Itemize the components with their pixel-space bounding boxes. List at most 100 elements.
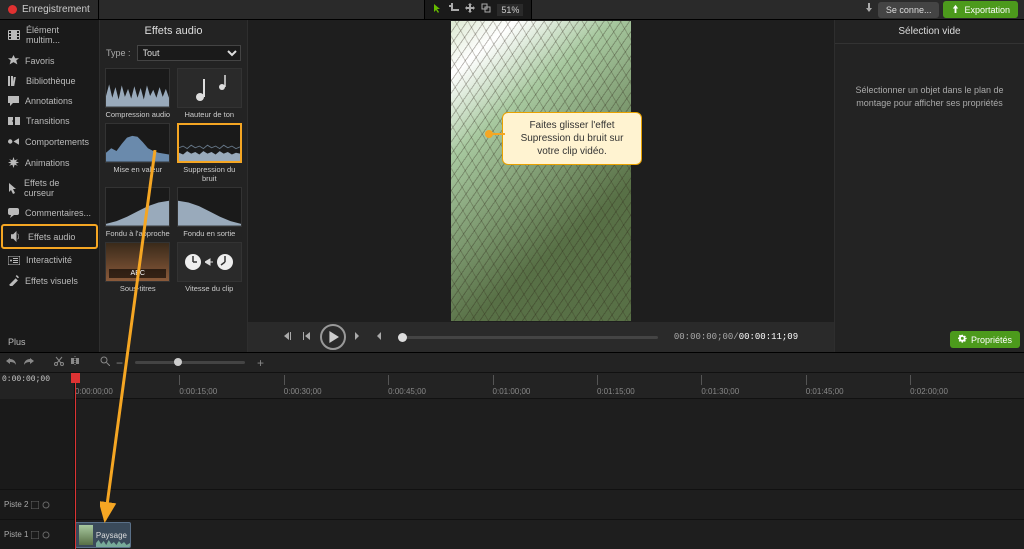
sidebar-item-cursor-effects[interactable]: Effets de curseur	[0, 173, 99, 203]
effects-grid: Compression audio Hauteur de ton Mise en…	[100, 64, 247, 297]
detach-canvas-icon[interactable]	[481, 3, 491, 16]
zoom-in-icon[interactable]: +	[257, 356, 264, 370]
sidebar-item-animations[interactable]: Animations	[0, 152, 99, 173]
export-button[interactable]: Exportation	[943, 1, 1018, 18]
split-icon[interactable]	[70, 356, 80, 369]
effect-pitch[interactable]: Hauteur de ton	[176, 68, 244, 119]
pointer-tool-icon[interactable]	[433, 3, 443, 16]
sidebar-item-label: Élément multim...	[26, 25, 91, 45]
sidebar-item-label: Effets visuels	[25, 276, 78, 286]
ruler-tick: 0:00:30;00	[284, 387, 322, 396]
effects-type-select[interactable]: Tout	[137, 45, 241, 61]
sidebar-item-label: Interactivité	[26, 255, 72, 265]
timecode-display: 00:00:00;00/00:00:11;09	[674, 332, 798, 342]
effect-clipspeed[interactable]: Vitesse du clip	[176, 242, 244, 293]
step-forward-icon[interactable]	[354, 331, 364, 344]
signin-button[interactable]: Se conne...	[878, 2, 940, 18]
preview-area: Faites glisser l'effet Supression du bru…	[248, 20, 834, 352]
sidebar-item-behaviors[interactable]: Comportements	[0, 131, 99, 152]
sidebar-item-label: Effets audio	[28, 232, 75, 242]
clip-thumbnail	[79, 525, 93, 545]
sidebar-item-label: Favoris	[25, 56, 55, 66]
sidebar-item-label: Commentaires...	[25, 208, 91, 218]
effects-type-label: Type :	[106, 48, 131, 58]
timeline: − + 0:00:00;00 + 0:00:00;00 0:00:15;00 0…	[0, 352, 1024, 549]
undo-icon[interactable]	[6, 356, 17, 369]
top-toolbar: Enregistrement 51% Se conne... Exportati…	[0, 0, 1024, 20]
canvas-tools: 51%	[424, 0, 532, 19]
download-icon[interactable]	[864, 3, 874, 16]
timeline-toolbar: − +	[0, 353, 1024, 373]
ruler-tick: 0:00:00;00	[75, 387, 113, 396]
canvas-zoom-value[interactable]: 51%	[497, 4, 523, 16]
cut-icon[interactable]	[54, 356, 64, 369]
record-icon	[8, 5, 17, 14]
effect-fadein[interactable]: Fondu à l'approche	[104, 187, 172, 238]
zoom-tool-icon[interactable]	[100, 356, 110, 369]
canvas-preview-frame	[451, 21, 631, 321]
playhead-scrubber[interactable]	[398, 336, 658, 339]
properties-panel: Sélection vide Sélectionner un objet dan…	[834, 20, 1024, 352]
sidebar-item-transitions[interactable]: Transitions	[0, 111, 99, 131]
play-button[interactable]	[320, 324, 346, 350]
sidebar-item-library[interactable]: Bibliothèque	[0, 71, 99, 91]
record-label: Enregistrement	[22, 4, 90, 15]
zoom-slider-handle[interactable]	[174, 358, 182, 366]
playhead[interactable]	[75, 373, 76, 549]
zoom-out-icon[interactable]: −	[116, 356, 123, 370]
timeline-zoom-slider[interactable]	[135, 361, 245, 364]
redo-icon[interactable]	[23, 356, 34, 369]
effect-subtitles[interactable]: ABCSous-titres	[104, 242, 172, 293]
prev-frame-icon[interactable]	[284, 331, 294, 344]
ruler-tick: 0:01:30;00	[701, 387, 739, 396]
effect-label: Mise en valeur	[113, 165, 162, 174]
track-row[interactable]	[75, 489, 1024, 519]
effect-label: Suppression du bruit	[176, 165, 244, 183]
effect-highlight[interactable]: Mise en valeur	[104, 123, 172, 183]
sidebar-item-label: Effets de curseur	[24, 178, 91, 198]
ruler-tick: 0:01:15;00	[597, 387, 635, 396]
ruler-tick: 0:01:00;00	[493, 387, 531, 396]
track-lanes[interactable]: Paysage	[75, 399, 1024, 549]
effect-noise-removal[interactable]: Suppression du bruit	[176, 123, 244, 183]
sidebar-item-comments[interactable]: Commentaires...	[0, 203, 99, 223]
sidebar-item-label: Comportements	[25, 137, 89, 147]
timeline-ruler[interactable]: 0:00:00;00 0:00:15;00 0:00:30;00 0:00:45…	[75, 373, 1024, 399]
track-headers: Piste 2 Piste 1	[0, 399, 75, 549]
effect-compression[interactable]: Compression audio	[104, 68, 172, 119]
timeline-ruler-head: 0:00:00;00 +	[0, 373, 75, 399]
sidebar-item-label: Transitions	[26, 116, 70, 126]
crop-tool-icon[interactable]	[449, 3, 459, 16]
track-name: Piste 2	[4, 500, 28, 509]
sidebar-more-label: Plus	[8, 337, 26, 347]
export-icon	[951, 4, 960, 15]
sidebar-item-favorites[interactable]: Favoris	[0, 50, 99, 71]
track-header-1[interactable]: Piste 1	[0, 519, 74, 549]
ruler-tick: 0:00:45;00	[388, 387, 426, 396]
pan-tool-icon[interactable]	[465, 3, 475, 16]
effect-label: Sous-titres	[120, 284, 156, 293]
sidebar-item-media[interactable]: Élément multim...	[0, 20, 99, 50]
track-row[interactable]: Paysage	[75, 519, 1024, 549]
current-timecode: 0:00:00;00	[2, 375, 50, 384]
sidebar-item-annotations[interactable]: Annotations	[0, 91, 99, 111]
sidebar-item-audio-effects[interactable]: Effets audio	[1, 224, 98, 249]
effect-label: Hauteur de ton	[184, 110, 234, 119]
scrub-handle[interactable]	[398, 333, 407, 342]
next-frame-icon[interactable]	[372, 331, 382, 344]
effect-fadeout[interactable]: Fondu en sortie	[176, 187, 244, 238]
sidebar-more-button[interactable]: Plus	[0, 325, 99, 352]
sidebar-item-interactivity[interactable]: Interactivité	[0, 250, 99, 270]
callout-text: Faites glisser l'effet Supression du bru…	[521, 120, 624, 157]
tutorial-callout: Faites glisser l'effet Supression du bru…	[502, 112, 642, 165]
canvas[interactable]: Faites glisser l'effet Supression du bru…	[248, 20, 834, 322]
sidebar-item-visual-effects[interactable]: Effets visuels	[0, 270, 99, 291]
properties-button[interactable]: Propriétés	[950, 331, 1020, 348]
step-back-icon[interactable]	[302, 331, 312, 344]
track-header-2[interactable]: Piste 2	[0, 489, 74, 519]
effect-label: Fondu à l'approche	[106, 229, 170, 238]
effect-label: Vitesse du clip	[185, 284, 233, 293]
timeline-clip[interactable]: Paysage	[75, 522, 131, 548]
track-name: Piste 1	[4, 530, 28, 539]
record-button[interactable]: Enregistrement	[0, 0, 99, 19]
